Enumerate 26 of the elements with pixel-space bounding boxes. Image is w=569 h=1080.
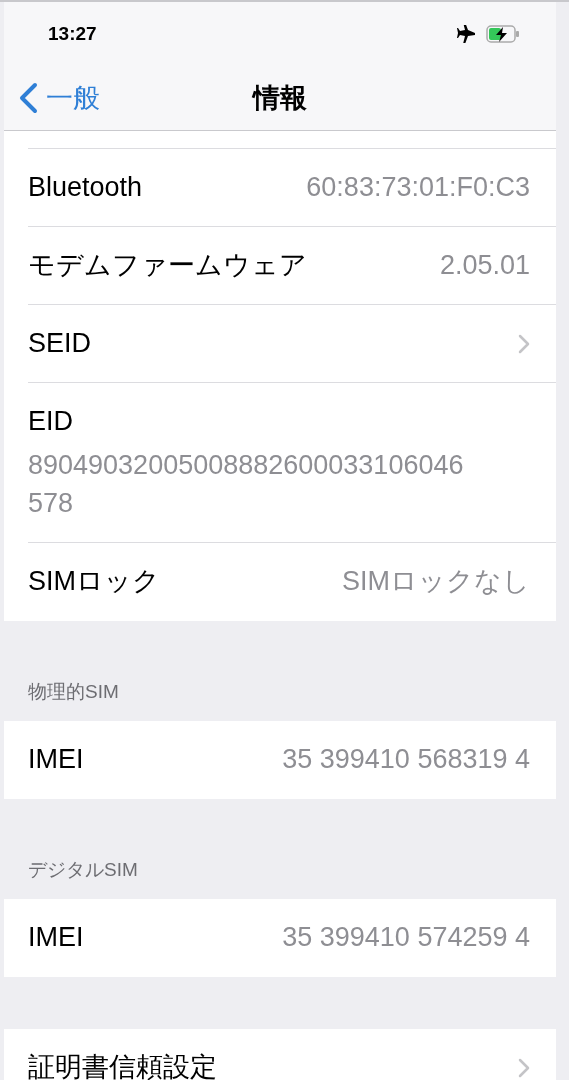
row-label: モデムファームウェア	[28, 249, 307, 283]
row-label: IMEI	[28, 743, 84, 777]
battery-charging-icon	[486, 25, 520, 43]
back-chevron-icon	[18, 82, 38, 114]
row-value: 35 399410 568319 4	[282, 743, 530, 777]
section-header: デジタルSIM	[28, 858, 138, 882]
section-header: 物理的SIM	[28, 680, 119, 704]
row-label: Bluetooth	[28, 171, 143, 205]
row-label: EID	[28, 405, 74, 438]
row-label: SIMロック	[28, 565, 160, 599]
chevron-right-icon	[518, 333, 530, 354]
airplane-icon	[456, 25, 476, 43]
settings-row[interactable]: SEID	[4, 305, 556, 383]
settings-row[interactable]: 証明書信頼設定	[4, 1028, 556, 1080]
row-value: SIMロックなし	[342, 565, 530, 599]
row-label: SEID	[28, 327, 92, 361]
row-value: 35 399410 574259 4	[282, 921, 530, 955]
back-button[interactable]: 一般	[18, 77, 100, 119]
status-time: 13:27	[48, 21, 97, 46]
row-value: 89049032005008882600033106046578	[28, 448, 465, 520]
chevron-right-icon	[518, 1057, 530, 1078]
row-label: 証明書信頼設定	[28, 1051, 217, 1080]
nav-title: 情報	[253, 81, 307, 115]
row-value: 2.05.01	[439, 249, 530, 283]
row-label: IMEI	[28, 921, 84, 955]
row-value: 60:83:73:01:F0:C3	[306, 171, 530, 205]
